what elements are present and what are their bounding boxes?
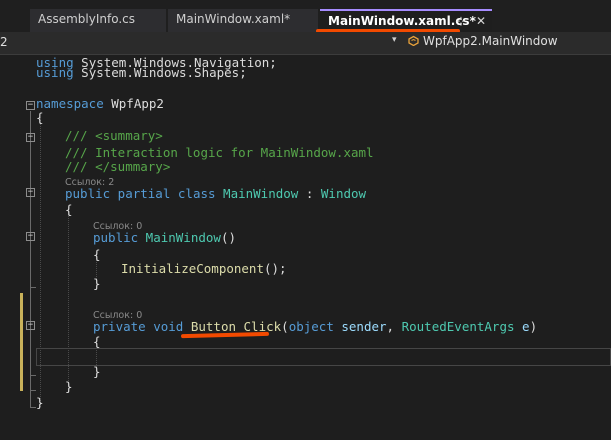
code-line: /// <summary>: [65, 128, 163, 143]
member-dropdown[interactable]: 2: [0, 35, 8, 49]
class-icon: [408, 35, 419, 46]
tab-mainwindow-xaml[interactable]: MainWindow.xaml*: [168, 9, 318, 32]
close-icon[interactable]: ✕: [476, 14, 486, 28]
navigation-bar: 2 ▾ WpfApp2.MainWindow: [0, 32, 611, 55]
tab-label: MainWindow.xaml*: [176, 12, 291, 26]
tab-assemblyinfo[interactable]: AssemblyInfo.cs: [30, 9, 166, 32]
tab-label: AssemblyInfo.cs: [38, 12, 136, 26]
code-line: using System.Windows.Shapes;: [36, 65, 247, 80]
pin-icon[interactable]: ⊹: [456, 14, 466, 28]
code-line: public MainWindow(): [93, 230, 237, 245]
type-dropdown[interactable]: WpfApp2.MainWindow: [408, 34, 558, 48]
type-dropdown-label: WpfApp2.MainWindow: [423, 34, 558, 48]
document-tab-strip: AssemblyInfo.cs MainWindow.xaml* MainWin…: [0, 0, 611, 45]
code-line: {: [36, 110, 44, 125]
chevron-down-icon[interactable]: ▾: [392, 35, 397, 45]
code-editor[interactable]: − − − − − using System.Windows.Navigatio…: [0, 55, 611, 429]
code-line: }: [36, 395, 44, 410]
code-line: }: [93, 276, 101, 291]
